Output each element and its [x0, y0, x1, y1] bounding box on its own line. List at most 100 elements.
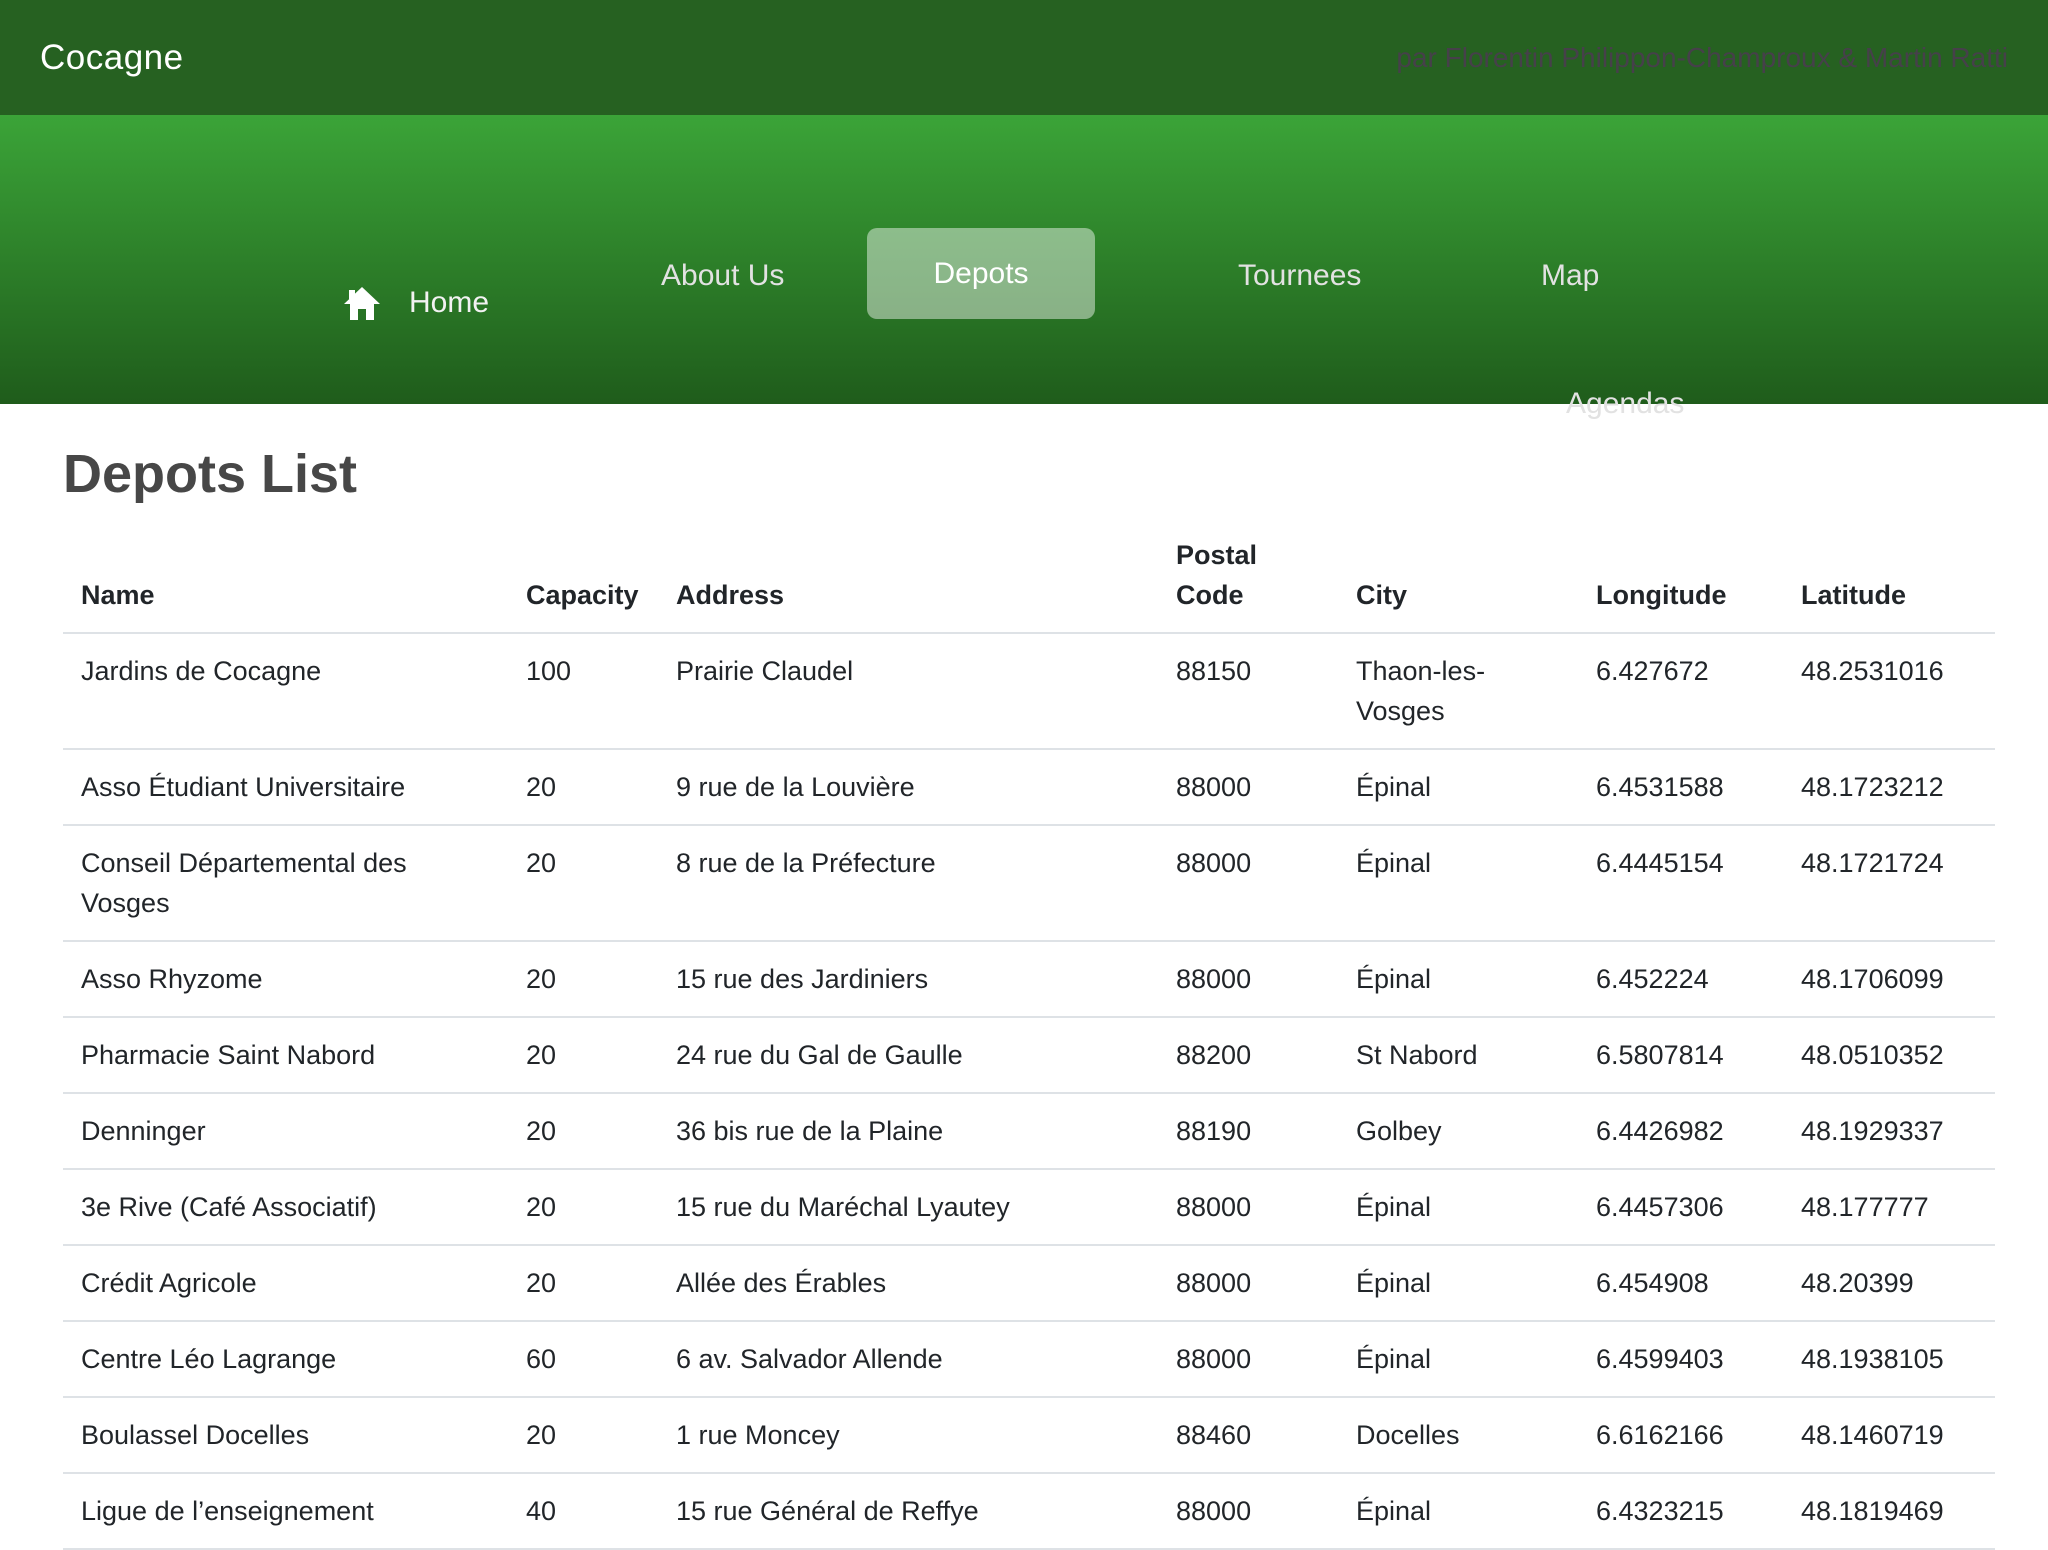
column-header-postal-code: Postal Code — [1158, 518, 1338, 633]
table-row: Denninger2036 bis rue de la Plaine88190G… — [63, 1093, 1995, 1169]
cell-address: 6 av. Salvador Allende — [658, 1321, 1158, 1397]
cell-capacity: 20 — [508, 1169, 658, 1245]
cell-city: Épinal — [1338, 941, 1578, 1017]
nav-item-home[interactable]: Home — [343, 285, 489, 321]
cell-postal-code: 88000 — [1158, 941, 1338, 1017]
cell-city: Épinal — [1338, 1321, 1578, 1397]
main-content: Depots List NameCapacityAddressPostal Co… — [0, 404, 2048, 1550]
cell-address: 9 rue de la Louvière — [658, 749, 1158, 825]
cell-latitude: 48.2531016 — [1783, 633, 1995, 749]
column-header-longitude: Longitude — [1578, 518, 1783, 633]
cell-postal-code: 88000 — [1158, 749, 1338, 825]
cell-city: Thaon-les-Vosges — [1338, 633, 1578, 749]
nav-item-map[interactable]: Map — [1541, 258, 1599, 294]
table-row: Centre Léo Lagrange606 av. Salvador Alle… — [63, 1321, 1995, 1397]
cell-city: Épinal — [1338, 1245, 1578, 1321]
cell-longitude: 6.4445154 — [1578, 825, 1783, 941]
table-row: Boulassel Docelles201 rue Moncey88460Doc… — [63, 1397, 1995, 1473]
cell-capacity: 60 — [508, 1321, 658, 1397]
cell-postal-code: 88000 — [1158, 1245, 1338, 1321]
nav-item-depots-active[interactable]: Depots — [867, 228, 1095, 319]
cell-longitude: 6.4531588 — [1578, 749, 1783, 825]
cell-name: Ligue de l’enseignement — [63, 1473, 508, 1549]
cell-city: Épinal — [1338, 749, 1578, 825]
cell-latitude: 48.1929337 — [1783, 1093, 1995, 1169]
cell-city: Épinal — [1338, 1169, 1578, 1245]
cell-city: St Nabord — [1338, 1017, 1578, 1093]
table-row: Ligue de l’enseignement4015 rue Général … — [63, 1473, 1995, 1549]
column-header-address: Address — [658, 518, 1158, 633]
cell-postal-code: 88200 — [1158, 1017, 1338, 1093]
cell-capacity: 100 — [508, 633, 658, 749]
cell-name: Asso Étudiant Universitaire — [63, 749, 508, 825]
cell-longitude: 6.4323215 — [1578, 1473, 1783, 1549]
cell-longitude: 6.427672 — [1578, 633, 1783, 749]
cell-city: Épinal — [1338, 1473, 1578, 1549]
cell-name: Centre Léo Lagrange — [63, 1321, 508, 1397]
top-bar: Cocagne par Florentin Philippon-Champrou… — [0, 0, 2048, 115]
cell-capacity: 20 — [508, 749, 658, 825]
cell-name: Jardins de Cocagne — [63, 633, 508, 749]
table-row: Pharmacie Saint Nabord2024 rue du Gal de… — [63, 1017, 1995, 1093]
cell-latitude: 48.1706099 — [1783, 941, 1995, 1017]
byline: par Florentin Philippon-Champroux & Mart… — [1396, 42, 2008, 74]
cell-capacity: 40 — [508, 1473, 658, 1549]
home-icon — [343, 285, 381, 321]
cell-capacity: 20 — [508, 825, 658, 941]
cell-postal-code: 88000 — [1158, 1473, 1338, 1549]
cell-capacity: 20 — [508, 1397, 658, 1473]
cell-name: 3e Rive (Café Associatif) — [63, 1169, 508, 1245]
cell-city: Épinal — [1338, 825, 1578, 941]
brand[interactable]: Cocagne — [40, 38, 184, 78]
cell-capacity: 20 — [508, 1093, 658, 1169]
cell-name: Asso Rhyzome — [63, 941, 508, 1017]
cell-address: Prairie Claudel — [658, 633, 1158, 749]
cell-capacity: 20 — [508, 1017, 658, 1093]
cell-name: Pharmacie Saint Nabord — [63, 1017, 508, 1093]
cell-name: Conseil Départemental des Vosges — [63, 825, 508, 941]
table-header-row: NameCapacityAddressPostal CodeCityLongit… — [63, 518, 1995, 633]
cell-address: 15 rue Général de Reffye — [658, 1473, 1158, 1549]
cell-longitude: 6.6162166 — [1578, 1397, 1783, 1473]
cell-latitude: 48.0510352 — [1783, 1017, 1995, 1093]
cell-latitude: 48.1460719 — [1783, 1397, 1995, 1473]
depots-table: NameCapacityAddressPostal CodeCityLongit… — [63, 518, 1995, 1550]
cell-capacity: 20 — [508, 941, 658, 1017]
cell-postal-code: 88190 — [1158, 1093, 1338, 1169]
cell-address: 15 rue des Jardiniers — [658, 941, 1158, 1017]
column-header-capacity: Capacity — [508, 518, 658, 633]
cell-capacity: 20 — [508, 1245, 658, 1321]
column-header-name: Name — [63, 518, 508, 633]
cell-latitude: 48.20399 — [1783, 1245, 1995, 1321]
cell-latitude: 48.177777 — [1783, 1169, 1995, 1245]
cell-latitude: 48.1721724 — [1783, 825, 1995, 941]
cell-address: 1 rue Moncey — [658, 1397, 1158, 1473]
cell-latitude: 48.1819469 — [1783, 1473, 1995, 1549]
cell-longitude: 6.4599403 — [1578, 1321, 1783, 1397]
cell-address: 8 rue de la Préfecture — [658, 825, 1158, 941]
table-row: Asso Étudiant Universitaire209 rue de la… — [63, 749, 1995, 825]
cell-name: Crédit Agricole — [63, 1245, 508, 1321]
cell-longitude: 6.454908 — [1578, 1245, 1783, 1321]
nav-item-tournees[interactable]: Tournees — [1238, 258, 1361, 294]
cell-longitude: 6.452224 — [1578, 941, 1783, 1017]
cell-postal-code: 88000 — [1158, 1169, 1338, 1245]
cell-address: Allée des Érables — [658, 1245, 1158, 1321]
cell-longitude: 6.5807814 — [1578, 1017, 1783, 1093]
cell-longitude: 6.4457306 — [1578, 1169, 1783, 1245]
cell-postal-code: 88460 — [1158, 1397, 1338, 1473]
cell-city: Golbey — [1338, 1093, 1578, 1169]
cell-postal-code: 88150 — [1158, 633, 1338, 749]
table-row: Conseil Départemental des Vosges208 rue … — [63, 825, 1995, 941]
table-row: Crédit Agricole20Allée des Érables88000É… — [63, 1245, 1995, 1321]
table-row: Asso Rhyzome2015 rue des Jardiniers88000… — [63, 941, 1995, 1017]
cell-city: Docelles — [1338, 1397, 1578, 1473]
cell-latitude: 48.1723212 — [1783, 749, 1995, 825]
table-row: 3e Rive (Café Associatif)2015 rue du Mar… — [63, 1169, 1995, 1245]
column-header-latitude: Latitude — [1783, 518, 1995, 633]
nav-item-about-us[interactable]: About Us — [661, 258, 784, 294]
cell-address: 24 rue du Gal de Gaulle — [658, 1017, 1158, 1093]
cell-address: 36 bis rue de la Plaine — [658, 1093, 1158, 1169]
main-nav: Home About Us Depots Tournees Map Agenda… — [0, 115, 2048, 404]
page-title: Depots List — [63, 444, 2048, 504]
